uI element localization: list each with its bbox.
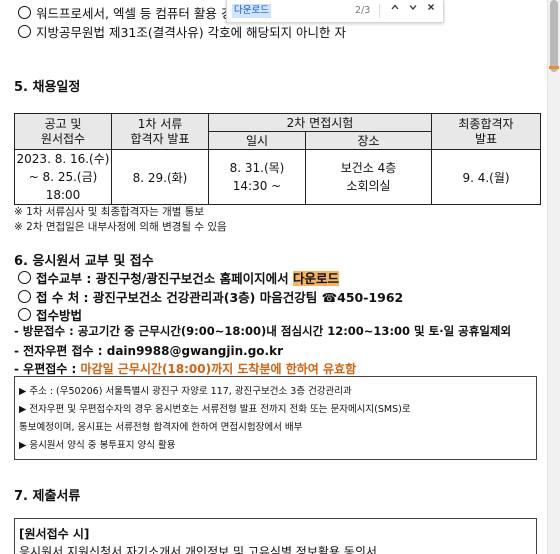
notice-line-2: 통보예정이며, 응시표는 서류전형 합격자에 한하여 면접시험장에서 배부 bbox=[19, 422, 303, 433]
documents-box-title: [원서접수 시] bbox=[19, 527, 90, 541]
chevron-down-icon[interactable] bbox=[405, 2, 421, 18]
find-match-count: 2/3 bbox=[355, 5, 371, 16]
cell-interview-date: 8. 31.(목) 14:30 ~ bbox=[208, 149, 306, 205]
circle-bullet-icon bbox=[18, 308, 31, 321]
form-line: ▶ 응시원서 양식 중 봉투표지 양식 활용 bbox=[19, 440, 176, 451]
find-input[interactable]: 다운로드 bbox=[232, 4, 271, 18]
place-line: 접 수 처 : 광진구보건소 건강관리과(3층) 마음건강팀 ☎450-1962 bbox=[18, 287, 403, 306]
post-emphasis: 마감일 근무시간(18:00)까지 도착분에 한하여 유효함 bbox=[80, 362, 357, 376]
cell-period: 2023. 8. 16.(수) ~ 8. 25.(금) 18:00 bbox=[14, 149, 112, 205]
section-5-title: 5. 채용일정 bbox=[14, 80, 81, 95]
schedule-table: 공고 및 원서접수 1차 서류 합격자 발표 2차 면접시험 최종합격자 발표 일시 … bbox=[14, 113, 541, 205]
circle-bullet-icon bbox=[18, 271, 31, 284]
close-icon[interactable] bbox=[423, 2, 439, 18]
visit-line: - 방문접수 : 공고기간 중 근무시간(9:00~18:00)내 점심시간 1… bbox=[14, 324, 512, 338]
chevron-up-icon[interactable] bbox=[387, 2, 403, 18]
issue-line: 접수교부 : 광진구청/광진구보건소 홈페이지에서 다운로드 bbox=[18, 268, 339, 287]
header-first-result: 1차 서류 합격자 발표 bbox=[111, 113, 209, 150]
scrollbar-track[interactable] bbox=[547, 0, 560, 554]
find-divider bbox=[379, 4, 380, 18]
header-interview-date: 일시 bbox=[208, 131, 306, 150]
header-interview-place: 장소 bbox=[305, 131, 432, 150]
cell-interview-place: 보건소 4층 소회의실 bbox=[305, 149, 432, 205]
document-page: 워드프로세서, 엑셀 등 컴퓨터 활용 경험자 지방공무원법 제31조(결격사유… bbox=[0, 0, 548, 554]
address-line: ▶ 주소 : (우50206) 서울특별시 광진구 자양로 117, 광진구보건… bbox=[19, 386, 352, 397]
notice-line-1: ▶ 전자우편 및 우편접수자의 경우 응시번호는 서류전형 발표 전까지 전화 … bbox=[19, 404, 411, 415]
section-6-title: 6. 응시원서 교부 및 접수 bbox=[14, 254, 154, 269]
find-bar: 다운로드 2/3 bbox=[226, 0, 444, 23]
cell-final-result: 9. 4.(월) bbox=[431, 149, 541, 205]
circle-bullet-icon bbox=[18, 25, 31, 38]
header-final-result: 최종합격자 발표 bbox=[431, 113, 541, 150]
section-7-title: 7. 제출서류 bbox=[14, 489, 81, 504]
circle-bullet-icon bbox=[18, 6, 31, 19]
download-highlight: 다운로드 bbox=[292, 271, 339, 286]
schedule-note-1: ※ 1차 서류심사 및 최종합격자는 개별 통보 bbox=[14, 206, 205, 218]
post-line: - 우편접수 : 마감일 근무시간(18:00)까지 도착분에 한하여 유효함 bbox=[14, 362, 357, 376]
qualification-item-2: 지방공무원법 제31조(결격사유) 각호에 해당되지 아니한 자 bbox=[18, 22, 346, 41]
cell-first-result: 8. 29.(화) bbox=[111, 149, 209, 205]
qualification-item-1: 워드프로세서, 엑셀 등 컴퓨터 활용 경험자 bbox=[18, 3, 255, 22]
circle-bullet-icon bbox=[18, 290, 31, 303]
header-application: 공고 및 원서접수 bbox=[14, 113, 112, 150]
header-interview: 2차 면접시험 bbox=[208, 113, 432, 132]
email-line: - 전자우편 접수 : dain9988@gwangjin.go.kr bbox=[14, 344, 283, 358]
method-line: 접수방법 bbox=[18, 305, 82, 324]
schedule-note-2: ※ 2차 면접일은 내부사정에 의해 변경될 수 있음 bbox=[14, 221, 227, 233]
find-match-marker bbox=[549, 66, 559, 69]
address-box: ▶ 주소 : (우50206) 서울특별시 광진구 자양로 117, 광진구보건… bbox=[14, 376, 537, 460]
documents-line-1: 응시원서 지원신청서 자기소개서 개인정보 및 고유식별 정보활용 동의서 bbox=[19, 545, 377, 554]
scrollbar-thumb[interactable] bbox=[550, 0, 558, 72]
documents-box: [원서접수 시] 응시원서 지원신청서 자기소개서 개인정보 및 고유식별 정보… bbox=[14, 518, 537, 554]
